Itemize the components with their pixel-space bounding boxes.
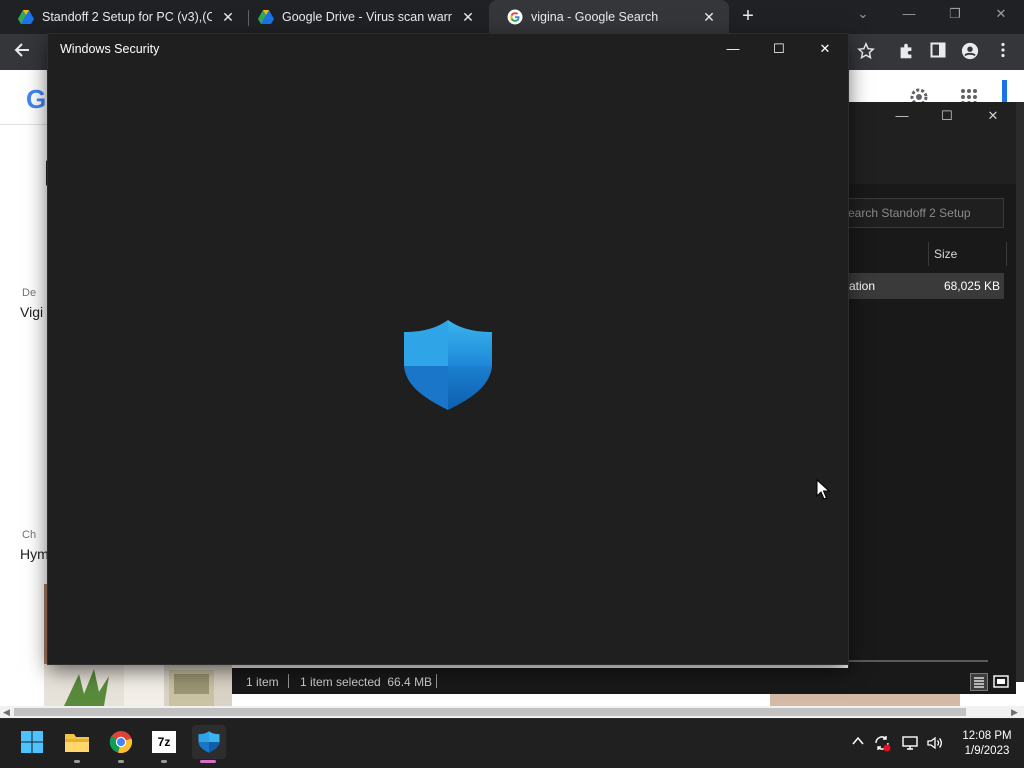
- google-drive-icon: [258, 10, 274, 24]
- chrome-icon[interactable]: [105, 726, 137, 758]
- result-source: Ch: [22, 529, 37, 541]
- system-clock[interactable]: 12:08 PM 1/9/2023: [958, 729, 1016, 759]
- maximize-icon[interactable]: ☐: [769, 40, 789, 58]
- minimize-icon[interactable]: —: [898, 6, 920, 26]
- file-size-cell: 68,025 KB: [943, 279, 1000, 293]
- windows-security-shield-icon: [402, 318, 494, 412]
- column-divider[interactable]: [1006, 242, 1007, 266]
- file-explorer-window: [848, 102, 1016, 692]
- network-monitor-icon[interactable]: [901, 734, 919, 755]
- scroll-left-arrow-icon[interactable]: ◀: [3, 707, 10, 718]
- explorer-hscroll[interactable]: [848, 660, 988, 662]
- tab-google-drive-warning[interactable]: Google Drive - Virus scan warning ✕: [240, 0, 488, 34]
- result-title-link[interactable]: Hym: [20, 546, 49, 562]
- restore-icon[interactable]: ❐: [944, 6, 966, 26]
- status-divider: [288, 674, 289, 688]
- column-header-size[interactable]: Size: [934, 247, 957, 261]
- thumbnail-image[interactable]: [44, 664, 232, 706]
- minimize-icon[interactable]: —: [723, 40, 743, 58]
- profile-avatar-icon[interactable]: [960, 42, 980, 62]
- google-g-icon: [507, 9, 523, 25]
- close-icon[interactable]: ✕: [220, 9, 236, 25]
- tab-title: Google Drive - Virus scan warning: [282, 10, 452, 24]
- running-indicator: [161, 760, 167, 763]
- minimize-icon[interactable]: —: [892, 108, 912, 123]
- tab-standoff-setup[interactable]: Standoff 2 Setup for PC (v3),(Ona ✕: [0, 0, 248, 34]
- star-bookmark-icon[interactable]: [856, 42, 876, 62]
- mouse-cursor-icon: [816, 478, 831, 506]
- scroll-right-arrow-icon[interactable]: ▶: [1011, 707, 1018, 718]
- close-window-icon[interactable]: ✕: [815, 40, 835, 58]
- close-window-icon[interactable]: ✕: [990, 6, 1012, 26]
- new-tab-button[interactable]: +: [738, 6, 758, 27]
- sync-alert-icon[interactable]: [873, 734, 891, 755]
- result-title-link[interactable]: Vigi: [20, 304, 43, 320]
- running-indicator: [74, 760, 80, 763]
- active-indicator: [200, 760, 216, 763]
- start-icon[interactable]: [16, 726, 48, 758]
- close-window-icon[interactable]: ✕: [983, 108, 1003, 124]
- file-explorer-icon[interactable]: [61, 726, 93, 758]
- close-icon[interactable]: ✕: [460, 9, 476, 25]
- details-view-icon[interactable]: [970, 673, 988, 691]
- thumbnail-image[interactable]: [770, 694, 960, 706]
- tab-title: Standoff 2 Setup for PC (v3),(Ona: [42, 10, 212, 24]
- status-selection: 1 item selected 66.4 MB: [300, 675, 433, 689]
- column-divider[interactable]: [928, 242, 929, 266]
- file-type-cell: ation: [849, 279, 876, 293]
- 7zip-icon[interactable]: 7z: [148, 726, 180, 758]
- extensions-puzzle-icon[interactable]: [896, 42, 916, 62]
- status-divider: [436, 674, 437, 688]
- window-title: Windows Security: [60, 42, 160, 56]
- side-panel-icon[interactable]: [928, 42, 948, 62]
- maximize-icon[interactable]: ☐: [937, 108, 957, 124]
- clock-time: 12:08 PM: [962, 730, 1012, 742]
- tab-google-search[interactable]: vigina - Google Search ✕: [489, 0, 729, 34]
- scrollbar-thumb[interactable]: [14, 708, 966, 716]
- tab-search-chevron-icon[interactable]: ⌄: [852, 6, 874, 26]
- 7zip-label: 7z: [152, 731, 176, 753]
- google-drive-icon: [18, 10, 34, 24]
- close-icon[interactable]: ✕: [701, 9, 717, 25]
- running-indicator: [118, 760, 124, 763]
- tiles-view-icon[interactable]: [992, 673, 1010, 691]
- result-source: De: [22, 287, 37, 299]
- clock-date: 1/9/2023: [964, 745, 1010, 757]
- google-logo[interactable]: G: [26, 84, 46, 115]
- status-item-count: 1 item: [246, 675, 279, 689]
- kebab-menu-icon[interactable]: [993, 41, 1013, 61]
- tab-title: vigina - Google Search: [531, 10, 659, 24]
- sign-in-button-edge[interactable]: [1002, 80, 1007, 104]
- back-arrow-icon[interactable]: [12, 41, 32, 61]
- windows-security-icon[interactable]: [192, 725, 226, 759]
- explorer-scrollbar[interactable]: [1016, 102, 1024, 682]
- search-input[interactable]: earch Standoff 2 Setup: [848, 198, 1004, 228]
- show-hidden-icons-chevron-icon[interactable]: [849, 734, 867, 751]
- volume-speaker-icon[interactable]: [926, 734, 944, 755]
